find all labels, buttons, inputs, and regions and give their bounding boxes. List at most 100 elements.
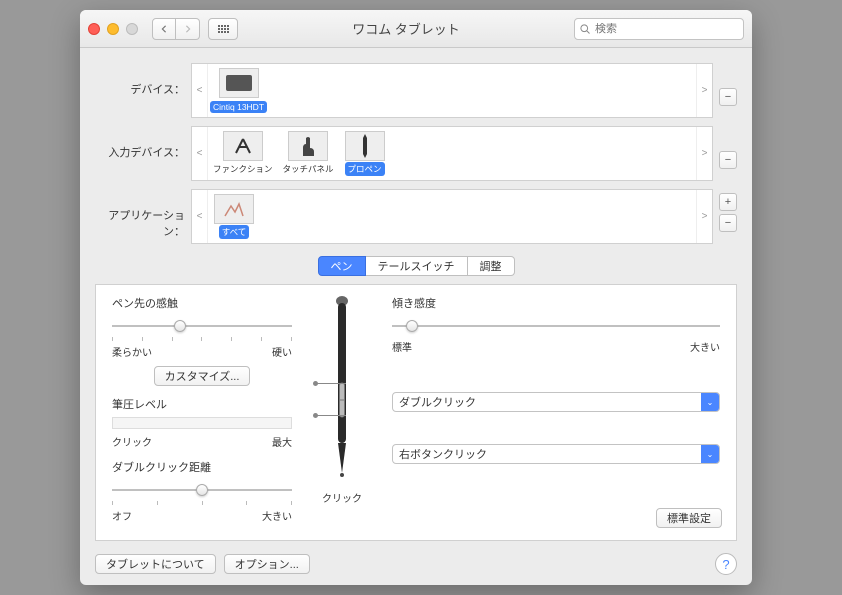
device-side-buttons: − xyxy=(719,63,737,106)
remove-device-button[interactable]: − xyxy=(719,88,737,106)
pressure-max-label: 最大 xyxy=(272,434,292,449)
input-label: 入力デバイス： xyxy=(95,126,185,160)
functions-icon xyxy=(223,131,263,161)
application-list: < すべて > xyxy=(191,189,713,244)
doubleclick-group: ダブルクリック距離 オフ 大きい xyxy=(112,459,292,523)
scroll-right-button[interactable]: > xyxy=(696,127,712,180)
defaults-button[interactable]: 標準設定 xyxy=(656,508,722,528)
left-column: ペン先の感触 柔らかい 硬い カスタマイズ... 筆圧レベル xyxy=(112,295,292,530)
input-item-label: タッチパネル xyxy=(280,162,337,176)
input-list: < ファンクション タッチパネル プロペン > xyxy=(191,126,713,181)
pressure-bar xyxy=(112,417,292,429)
window-title: ワコム タブレット xyxy=(246,19,566,38)
tab-calibrate[interactable]: 調整 xyxy=(468,256,515,276)
back-button[interactable] xyxy=(152,18,176,40)
pen-illustration: クリック xyxy=(302,295,382,530)
search-icon xyxy=(579,23,591,35)
doubleclick-slider[interactable] xyxy=(112,482,292,498)
tilt-label: 傾き感度 xyxy=(392,295,720,311)
tip-max-label: 硬い xyxy=(272,344,292,359)
settings-panel: ペン先の感触 柔らかい 硬い カスタマイズ... 筆圧レベル xyxy=(95,284,737,541)
application-label: アプリケーション： xyxy=(95,189,185,239)
doubleclick-max-label: 大きい xyxy=(262,508,292,523)
footer: タブレットについて オプション... ? xyxy=(95,549,737,575)
right-column: 傾き感度 標準 大きい ダブルクリック ⌄ 右ボタンクリック xyxy=(392,295,720,530)
tab-pen[interactable]: ペン xyxy=(318,256,366,276)
tilt-max-label: 大きい xyxy=(690,339,720,354)
application-row: アプリケーション： < すべて > + − xyxy=(95,189,737,244)
pen-button1-value: ダブルクリック xyxy=(399,394,476,410)
scroll-left-button[interactable]: < xyxy=(192,64,208,117)
nav-buttons xyxy=(152,18,200,40)
pen-graphic-icon xyxy=(327,295,357,480)
application-item-label: すべて xyxy=(219,225,250,239)
traffic-lights xyxy=(88,23,138,35)
all-apps-icon xyxy=(214,194,254,224)
scroll-right-button[interactable]: > xyxy=(696,190,712,243)
doubleclick-label: ダブルクリック距離 xyxy=(112,459,292,475)
tablet-icon xyxy=(219,68,259,98)
tip-feel-label: ペン先の感触 xyxy=(112,295,292,311)
device-list: < Cintiq 13HDT > xyxy=(191,63,713,118)
input-item-label: プロペン xyxy=(345,162,385,176)
about-tablet-button[interactable]: タブレットについて xyxy=(95,554,216,574)
device-label: デバイス： xyxy=(95,63,185,97)
callout-line xyxy=(316,415,346,416)
device-item-label: Cintiq 13HDT xyxy=(210,101,267,113)
options-button[interactable]: オプション... xyxy=(224,554,310,574)
tip-feel-slider[interactable] xyxy=(112,318,292,334)
add-application-button[interactable]: + xyxy=(719,193,737,211)
tip-feel-group: ペン先の感触 柔らかい 硬い カスタマイズ... xyxy=(112,295,292,386)
input-item-touch[interactable]: タッチパネル xyxy=(280,129,337,178)
tilt-slider[interactable] xyxy=(392,318,720,334)
chevron-down-icon: ⌄ xyxy=(701,393,719,411)
pressure-min-label: クリック xyxy=(112,434,152,449)
pen-button1-select[interactable]: ダブルクリック ⌄ xyxy=(392,392,720,412)
minimize-icon[interactable] xyxy=(107,23,119,35)
titlebar: ワコム タブレット xyxy=(80,10,752,48)
preferences-window: ワコム タブレット デバイス： < Cintiq 13HDT > xyxy=(80,10,752,585)
pressure-label: 筆圧レベル xyxy=(112,396,292,412)
doubleclick-min-label: オフ xyxy=(112,508,132,523)
scroll-right-button[interactable]: > xyxy=(696,64,712,117)
tilt-min-label: 標準 xyxy=(392,339,412,354)
pen-icon xyxy=(345,131,385,161)
input-item-label: ファンクション xyxy=(210,162,276,176)
touch-icon xyxy=(288,131,328,161)
pressure-group: 筆圧レベル クリック 最大 xyxy=(112,396,292,449)
input-item-functions[interactable]: ファンクション xyxy=(210,129,276,178)
tilt-group: 傾き感度 標準 大きい xyxy=(392,295,720,354)
search-field[interactable] xyxy=(574,18,744,40)
customize-button[interactable]: カスタマイズ... xyxy=(154,366,251,386)
pen-tip-label: クリック xyxy=(322,490,362,505)
grid-icon xyxy=(218,25,229,33)
chevron-down-icon: ⌄ xyxy=(701,445,719,463)
input-side-buttons: − xyxy=(719,126,737,169)
search-input[interactable] xyxy=(595,23,739,35)
pen-button2-value: 右ボタンクリック xyxy=(399,446,487,462)
application-item-all[interactable]: すべて xyxy=(210,192,258,241)
device-row: デバイス： < Cintiq 13HDT > − xyxy=(95,63,737,118)
device-items: Cintiq 13HDT xyxy=(208,64,696,117)
tab-tailswitch[interactable]: テールスイッチ xyxy=(366,256,468,276)
device-item-cintiq[interactable]: Cintiq 13HDT xyxy=(210,66,267,115)
input-items: ファンクション タッチパネル プロペン xyxy=(208,127,696,180)
show-all-button[interactable] xyxy=(208,18,238,40)
forward-button[interactable] xyxy=(176,18,200,40)
remove-application-button[interactable]: − xyxy=(719,214,737,232)
zoom-icon[interactable] xyxy=(126,23,138,35)
remove-input-button[interactable]: − xyxy=(719,151,737,169)
input-item-propen[interactable]: プロペン xyxy=(341,129,389,178)
tip-min-label: 柔らかい xyxy=(112,344,152,359)
pen-button2-select[interactable]: 右ボタンクリック ⌄ xyxy=(392,444,720,464)
content: デバイス： < Cintiq 13HDT > − 入力デバイス： < xyxy=(80,48,752,585)
application-side-buttons: + − xyxy=(719,189,737,232)
help-button[interactable]: ? xyxy=(715,553,737,575)
close-icon[interactable] xyxy=(88,23,100,35)
settings-tabs: ペン テールスイッチ 調整 xyxy=(95,256,737,276)
input-row: 入力デバイス： < ファンクション タッチパネル プロペン xyxy=(95,126,737,181)
scroll-left-button[interactable]: < xyxy=(192,190,208,243)
application-items: すべて xyxy=(208,190,696,243)
scroll-left-button[interactable]: < xyxy=(192,127,208,180)
callout-line xyxy=(316,383,346,384)
